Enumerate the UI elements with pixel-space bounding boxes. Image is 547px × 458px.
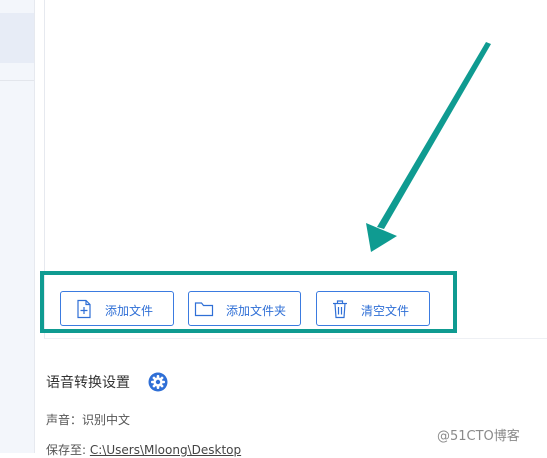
watermark: @51CTO博客 (437, 429, 520, 444)
add-file-icon (77, 299, 91, 319)
sidebar-item-selected[interactable] (0, 13, 34, 63)
add-file-button[interactable]: 添加文件 (60, 291, 174, 326)
save-to-label: 保存至: (46, 443, 87, 457)
save-location: 保存至: C:\Users\Mloong\Desktop (46, 441, 241, 458)
settings-title: 语音转换设置 (46, 375, 130, 391)
clear-files-button[interactable]: 清空文件 (316, 291, 430, 326)
folder-icon (194, 302, 214, 317)
add-folder-label: 添加文件夹 (226, 304, 287, 318)
voice-label: 声音： (46, 413, 83, 427)
add-file-label: 添加文件 (105, 304, 154, 318)
gear-icon[interactable] (148, 372, 168, 392)
add-folder-button[interactable]: 添加文件夹 (188, 291, 301, 326)
trash-icon (333, 300, 347, 319)
clear-files-label: 清空文件 (361, 304, 410, 318)
sidebar (0, 0, 35, 453)
voice-setting: 声音：识别中文 (46, 411, 130, 428)
save-to-path[interactable]: C:\Users\Mloong\Desktop (90, 443, 241, 457)
sidebar-divider (0, 80, 34, 81)
voice-value[interactable]: 识别中文 (82, 413, 130, 427)
